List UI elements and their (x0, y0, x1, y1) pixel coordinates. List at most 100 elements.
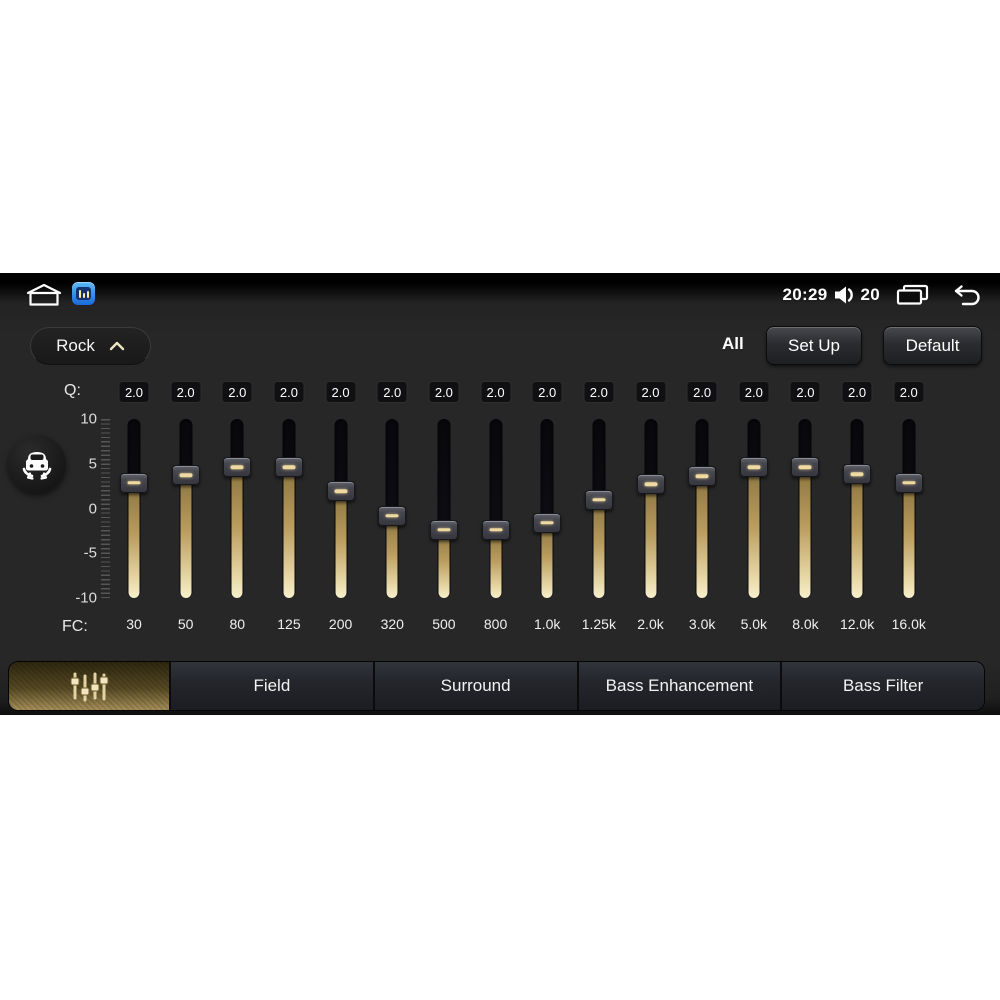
band-frequency-label: 125 (277, 616, 301, 632)
all-label[interactable]: All (722, 334, 744, 354)
band-frequency-label: 50 (177, 616, 194, 632)
speaker-icon (835, 286, 854, 304)
equalizer-sliders-icon (70, 672, 109, 702)
gain-slider[interactable] (790, 373, 820, 638)
sound-field-car-button[interactable] (8, 435, 66, 493)
slider-fill (490, 529, 502, 598)
slider-fill (799, 467, 811, 598)
eq-band-8.0k: 2.0 8.0k (779, 373, 831, 638)
back-arrow-icon[interactable] (951, 284, 983, 306)
slider-handle[interactable] (481, 519, 510, 540)
status-bar: 20:29 20 (0, 273, 1000, 313)
tab-bass-filter[interactable]: Bass Filter (780, 662, 984, 710)
slider-fill (903, 482, 915, 598)
gain-slider[interactable] (739, 373, 769, 638)
band-frequency-label: 2.0k (637, 616, 664, 632)
eq-band-50: 2.0 50 (160, 373, 212, 638)
band-frequency-label: 16.0k (891, 616, 926, 632)
preset-label: Rock (56, 336, 95, 355)
band-frequency-label: 5.0k (740, 616, 768, 632)
q-row-label: Q: (64, 382, 81, 399)
gain-slider[interactable] (481, 373, 511, 638)
home-icon (26, 283, 62, 306)
db-scale-label: 10 (80, 410, 97, 428)
eq-band-1.0k: 2.0 1.0k (521, 373, 573, 638)
slider-handle[interactable] (533, 512, 562, 533)
gain-slider[interactable] (119, 373, 149, 638)
home-button[interactable] (26, 283, 62, 307)
gain-slider[interactable] (429, 373, 459, 638)
slider-handle[interactable] (584, 489, 613, 510)
gain-slider[interactable] (842, 373, 872, 638)
eq-band-800: 2.0 800 (470, 373, 522, 638)
preset-dropdown[interactable]: Rock (30, 327, 151, 365)
gain-slider[interactable] (894, 373, 924, 638)
slider-fill (283, 467, 295, 598)
eq-app-icon-glyph (76, 287, 91, 300)
band-frequency-label: 320 (380, 616, 404, 632)
band-frequency-label: 12.0k (839, 616, 875, 632)
slider-fill (231, 467, 243, 598)
eq-app-icon[interactable] (72, 282, 95, 305)
slider-handle[interactable] (326, 481, 355, 502)
slider-fill (696, 476, 708, 598)
band-frequency-label: 1.0k (533, 616, 561, 632)
eq-band-1.25k: 2.0 1.25k (573, 373, 625, 638)
car-surround-icon (22, 452, 52, 480)
tab-field[interactable]: Field (169, 662, 373, 710)
clock: 20:29 (782, 285, 828, 304)
slider-fill (541, 522, 553, 598)
eq-band-200: 2.0 200 (315, 373, 367, 638)
slider-handle[interactable] (843, 464, 872, 485)
eq-band-320: 2.0 320 (366, 373, 418, 638)
slider-fill (335, 491, 347, 598)
gain-slider[interactable] (274, 373, 304, 638)
slider-handle[interactable] (429, 519, 458, 540)
slider-fill (180, 475, 192, 598)
setup-button[interactable]: Set Up (766, 326, 862, 365)
slider-handle[interactable] (739, 457, 768, 478)
eq-band-3.0k: 2.0 3.0k (676, 373, 728, 638)
eq-band-80: 2.0 80 (211, 373, 263, 638)
gain-slider[interactable] (222, 373, 252, 638)
gain-slider[interactable] (584, 373, 614, 638)
db-scale-label: -5 (83, 544, 97, 562)
band-frequency-label: 3.0k (688, 616, 716, 632)
band-frequency-label: 500 (432, 616, 456, 632)
gain-slider[interactable] (532, 373, 562, 638)
gain-slider[interactable] (377, 373, 407, 638)
slider-handle[interactable] (223, 457, 252, 478)
slider-fill (851, 474, 863, 598)
slider-fill (386, 515, 398, 598)
eq-band-125: 2.0 125 (263, 373, 315, 638)
eq-band-5.0k: 2.0 5.0k (728, 373, 780, 638)
slider-handle[interactable] (171, 465, 200, 486)
slider-handle[interactable] (636, 474, 665, 495)
band-frequency-label: 800 (483, 616, 508, 632)
band-frequency-label: 8.0k (792, 616, 819, 632)
bottom-tab-bar: Field Surround Bass Enhancement Bass Fil… (8, 661, 985, 711)
slider-handle[interactable] (274, 457, 303, 478)
eq-band-12.0k: 2.0 12.0k (831, 373, 883, 638)
gain-slider[interactable] (687, 373, 717, 638)
volume-level: 20 (860, 285, 880, 304)
slider-handle[interactable] (894, 472, 923, 493)
recent-apps-icon[interactable] (896, 284, 929, 306)
gain-slider[interactable] (171, 373, 201, 638)
band-frequency-label: 30 (126, 616, 142, 632)
slider-handle[interactable] (120, 472, 148, 493)
tab-surround[interactable]: Surround (372, 662, 577, 710)
gain-slider[interactable] (636, 373, 666, 638)
slider-fill (128, 482, 140, 598)
slider-handle[interactable] (378, 505, 407, 526)
default-button[interactable]: Default (883, 326, 982, 365)
slider-fill (645, 484, 656, 598)
slider-handle[interactable] (688, 466, 717, 487)
tab-equalizer[interactable] (9, 662, 169, 710)
gain-slider[interactable] (326, 373, 356, 638)
tab-bass-enhancement[interactable]: Bass Enhancement (576, 662, 781, 710)
slider-handle[interactable] (791, 457, 820, 478)
slider-fill (593, 499, 605, 598)
eq-band-500: 2.0 500 (418, 373, 470, 638)
band-frequency-label: 1.25k (581, 616, 616, 632)
